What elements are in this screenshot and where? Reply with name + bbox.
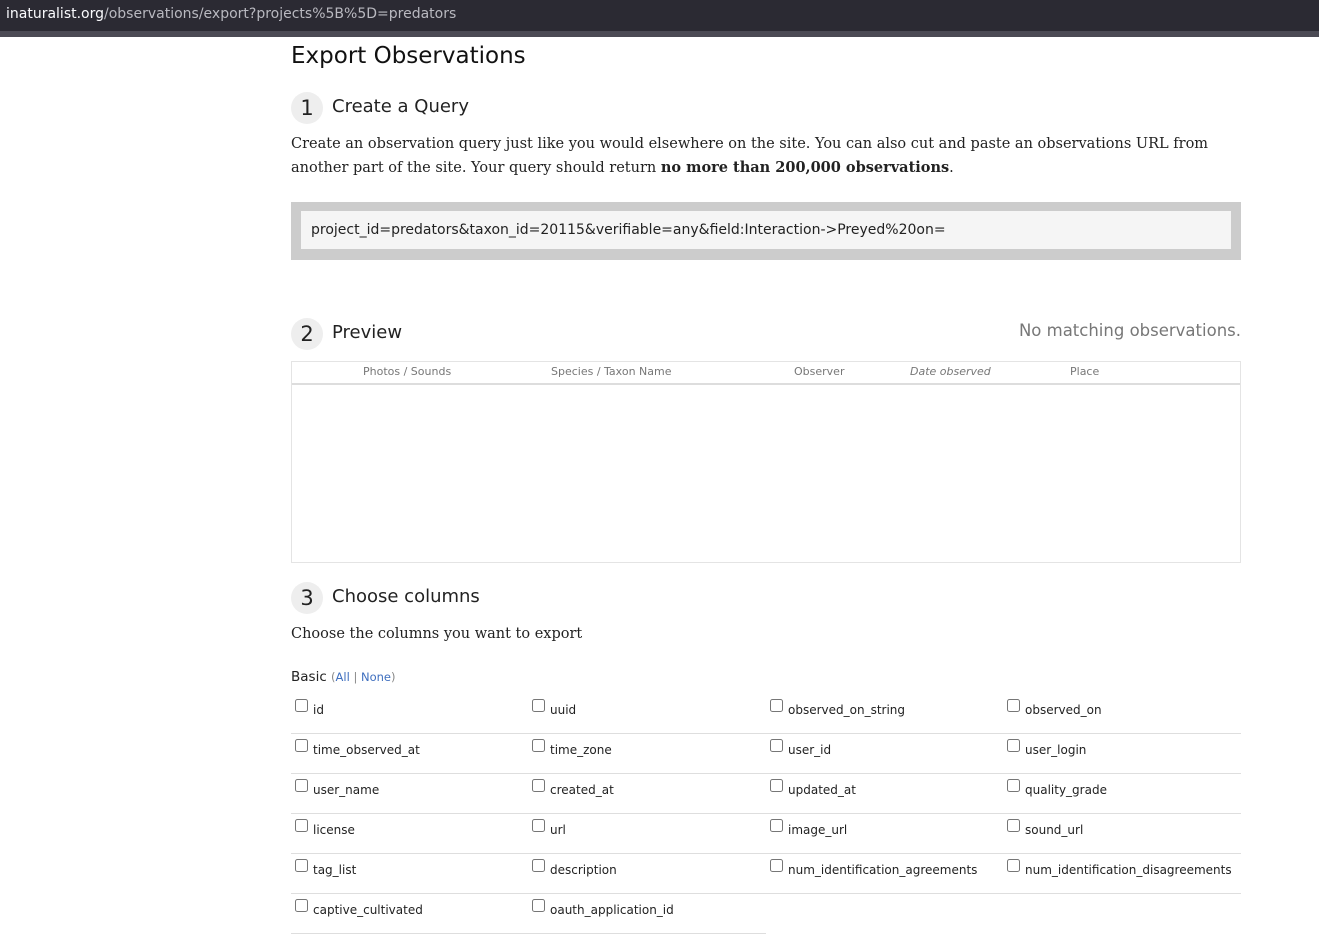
column-label: license: [313, 823, 355, 837]
basic-label-text: Basic: [291, 669, 327, 685]
column-checkbox[interactable]: [532, 699, 545, 712]
select-none-link[interactable]: None: [361, 670, 391, 684]
column-label: created_at: [550, 783, 614, 797]
step2-title: Preview: [332, 322, 403, 343]
column-label: quality_grade: [1025, 783, 1107, 797]
column-label: image_url: [788, 823, 848, 837]
step1-heading: 1 Create a Query: [291, 92, 1241, 124]
column-checkbox[interactable]: [1007, 779, 1020, 792]
column-label: observed_on_string: [788, 703, 906, 717]
step1-number: 1: [291, 92, 323, 124]
column-checkbox-grid: id uuid observed_on_string observed_on t…: [291, 694, 1241, 934]
preview-table: Photos / Sounds Species / Taxon Name Obs…: [291, 361, 1241, 563]
column-label: tag_list: [313, 863, 357, 877]
column-row: user_name created_at updated_at quality_…: [291, 774, 1241, 814]
column-checkbox[interactable]: [1007, 819, 1020, 832]
query-input[interactable]: [301, 211, 1231, 249]
step3-number: 3: [291, 582, 323, 614]
column-checkbox[interactable]: [532, 739, 545, 752]
column-checkbox[interactable]: [770, 779, 783, 792]
column-label: description: [550, 863, 617, 877]
step1-intro: Create an observation query just like yo…: [291, 133, 1241, 180]
choose-columns-description: Choose the columns you want to export: [291, 626, 583, 642]
column-row: captive_cultivated oauth_application_id: [291, 894, 766, 934]
column-header-observer: Observer: [794, 365, 845, 378]
column-label: time_observed_at: [313, 743, 420, 757]
column-checkbox[interactable]: [295, 779, 308, 792]
column-checkbox[interactable]: [770, 859, 783, 872]
column-checkbox[interactable]: [1007, 699, 1020, 712]
column-checkbox[interactable]: [532, 859, 545, 872]
column-label: updated_at: [788, 783, 856, 797]
intro-limit: no more than 200,000 observations: [660, 159, 950, 176]
column-checkbox[interactable]: [1007, 739, 1020, 752]
column-header-date-observed[interactable]: Date observed: [910, 365, 991, 378]
step1-title: Create a Query: [332, 96, 469, 117]
column-label: user_login: [1025, 743, 1087, 757]
column-checkbox[interactable]: [532, 819, 545, 832]
column-label: url: [550, 823, 566, 837]
column-label: time_zone: [550, 743, 612, 757]
column-row: tag_list description num_identification_…: [291, 854, 1241, 894]
select-toggles: (All | None): [331, 670, 396, 684]
browser-url-bar[interactable]: inaturalist.org/observations/export?proj…: [0, 0, 1319, 31]
column-checkbox[interactable]: [295, 739, 308, 752]
column-label: uuid: [550, 703, 577, 717]
step2-number: 2: [291, 318, 323, 350]
column-checkbox[interactable]: [295, 899, 308, 912]
column-checkbox[interactable]: [770, 699, 783, 712]
column-label: user_name: [313, 783, 380, 797]
query-box: [291, 202, 1241, 260]
column-row: license url image_url sound_url: [291, 814, 1241, 854]
column-row: time_observed_at time_zone user_id user_…: [291, 734, 1241, 774]
basic-group-label: Basic (All | None): [291, 669, 396, 685]
column-label: user_id: [788, 743, 832, 757]
column-checkbox[interactable]: [295, 819, 308, 832]
select-all-link[interactable]: All: [336, 670, 350, 684]
column-checkbox[interactable]: [532, 899, 545, 912]
column-label: id: [313, 703, 324, 717]
column-checkbox[interactable]: [770, 819, 783, 832]
url-host: inaturalist.org: [6, 6, 105, 22]
toolbar-divider: [0, 31, 1319, 37]
column-label: num_identification_agreements: [788, 863, 978, 877]
url-path: /observations/export?projects%5B%5D=pred…: [104, 6, 457, 22]
column-header-photos: Photos / Sounds: [363, 365, 452, 378]
preview-status: No matching observations.: [1018, 321, 1241, 340]
column-label: captive_cultivated: [313, 903, 423, 917]
step3-title: Choose columns: [332, 586, 480, 607]
column-checkbox[interactable]: [1007, 859, 1020, 872]
column-label: oauth_application_id: [550, 903, 674, 917]
column-label: num_identification_disagreements: [1025, 863, 1232, 877]
column-row: id uuid observed_on_string observed_on: [291, 694, 1241, 734]
step3-heading: 3 Choose columns: [291, 582, 1241, 614]
column-checkbox[interactable]: [295, 699, 308, 712]
intro-end: .: [949, 160, 954, 176]
column-checkbox[interactable]: [295, 859, 308, 872]
preview-table-header: Photos / Sounds Species / Taxon Name Obs…: [292, 362, 1240, 385]
column-label: observed_on: [1025, 703, 1102, 717]
column-checkbox[interactable]: [770, 739, 783, 752]
page-title: Export Observations: [291, 43, 526, 69]
column-header-species: Species / Taxon Name: [551, 365, 672, 378]
column-checkbox[interactable]: [532, 779, 545, 792]
column-label: sound_url: [1025, 823, 1084, 837]
url-text[interactable]: inaturalist.org/observations/export?proj…: [6, 6, 456, 22]
column-header-place: Place: [1070, 365, 1100, 378]
